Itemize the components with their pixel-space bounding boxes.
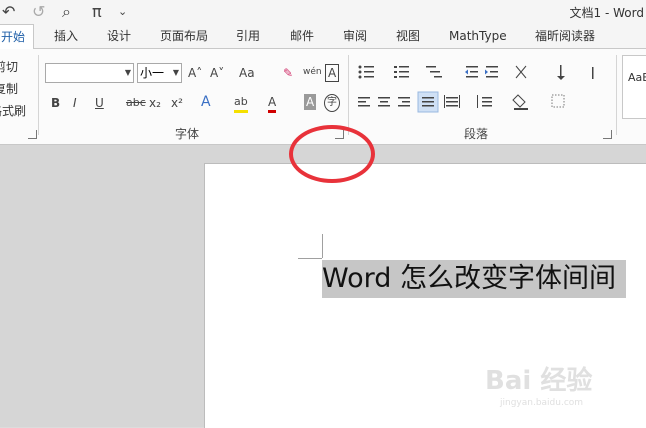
highlight-color-button[interactable]: ab xyxy=(234,94,248,113)
tab-home[interactable]: 开始 xyxy=(0,24,35,50)
tab-references[interactable]: 引用 xyxy=(236,24,260,48)
group-separator xyxy=(38,55,39,135)
cut-button[interactable]: 剪切 xyxy=(0,59,18,75)
borders-icon[interactable] xyxy=(551,94,565,108)
increase-indent-icon[interactable] xyxy=(485,66,498,78)
redo-icon[interactable]: ↺ xyxy=(32,2,45,22)
superscript-button[interactable]: x² xyxy=(171,95,183,111)
font-name-combobox[interactable]: ▼ xyxy=(45,63,134,83)
chevron-down-icon: ▼ xyxy=(124,68,131,77)
shrink-font-button[interactable]: A˅ xyxy=(210,65,224,81)
change-case-button[interactable]: Aa xyxy=(239,65,255,81)
style-normal-preview: AaB xyxy=(628,71,646,84)
font-group-label: 字体 xyxy=(175,127,200,141)
text-effects-button[interactable]: A xyxy=(201,94,211,110)
watermark-url: jingyan.baidu.com xyxy=(500,398,584,408)
watermark-brand: Bai 经验 xyxy=(485,366,593,396)
italic-button[interactable]: I xyxy=(73,95,77,111)
numbering-icon[interactable] xyxy=(394,66,409,78)
character-border-button[interactable]: A xyxy=(325,64,340,82)
annotation-circle xyxy=(289,125,375,183)
subscript-button[interactable]: x₂ xyxy=(149,95,161,111)
paragraph-group-label: 段落 xyxy=(464,127,489,141)
group-separator xyxy=(348,55,349,135)
underline-button[interactable]: U xyxy=(95,95,104,111)
paragraph-dialog-launcher-icon[interactable] xyxy=(603,130,612,139)
paragraph-controls xyxy=(358,65,594,113)
group-separator xyxy=(616,55,617,135)
tab-insert[interactable]: 插入 xyxy=(54,24,78,48)
tab-mailings[interactable]: 邮件 xyxy=(290,24,314,48)
customize-qat-icon[interactable]: ⌄ xyxy=(118,2,127,22)
multilevel-list-icon[interactable] xyxy=(426,66,442,78)
tab-design[interactable]: 设计 xyxy=(107,24,131,48)
tab-view[interactable]: 视图 xyxy=(396,24,420,48)
styles-gallery[interactable]: AaB xyxy=(622,55,646,119)
tab-page-layout[interactable]: 页面布局 xyxy=(160,24,208,48)
line-spacing-icon[interactable] xyxy=(477,95,492,108)
bold-button[interactable]: B xyxy=(51,95,60,111)
distributed-icon[interactable] xyxy=(444,95,460,108)
justify-icon[interactable] xyxy=(422,97,434,107)
chinese-layout-icon[interactable] xyxy=(515,65,527,79)
font-size-value: 小一 xyxy=(140,66,165,80)
sort-icon[interactable] xyxy=(557,65,565,80)
align-center-icon[interactable] xyxy=(378,97,390,107)
show-formatting-icon[interactable] xyxy=(592,67,594,79)
selected-document-text[interactable]: Word 怎么改变字体间间 xyxy=(322,260,626,298)
chevron-down-icon: ▼ xyxy=(172,68,179,77)
margin-mark xyxy=(298,258,322,259)
tab-foxit-reader[interactable]: 福昕阅读器 xyxy=(535,24,595,48)
phonetic-guide-button[interactable]: wén xyxy=(303,64,322,80)
bullets-icon[interactable] xyxy=(358,65,375,79)
copy-button[interactable]: 复制 xyxy=(0,81,18,97)
window-title: 文档1 - Word xyxy=(569,6,644,20)
font-size-combobox[interactable]: 小一 ▼ xyxy=(137,63,182,83)
margin-mark xyxy=(322,234,323,258)
tab-mathtype[interactable]: MathType xyxy=(449,24,507,48)
clear-formatting-button[interactable]: ✎ xyxy=(283,65,293,81)
quick-access-toolbar: ↶ ↺ ⌕ π ⌄ 文档1 - Word xyxy=(0,0,646,24)
align-left-icon[interactable] xyxy=(358,97,370,107)
character-shading-button[interactable]: A xyxy=(304,94,317,110)
ribbon-tabs: 开始 插入 设计 页面布局 引用 邮件 审阅 视图 MathType 福昕阅读器 xyxy=(0,24,646,50)
font-color-button[interactable]: A xyxy=(268,94,277,113)
clipboard-dialog-launcher-icon[interactable] xyxy=(28,130,37,139)
align-right-icon[interactable] xyxy=(398,97,410,107)
decrease-indent-icon[interactable] xyxy=(465,66,478,78)
undo-icon[interactable]: ↶ xyxy=(2,2,15,22)
grow-font-button[interactable]: A˄ xyxy=(188,65,202,81)
shading-icon[interactable] xyxy=(512,94,528,110)
format-painter-button[interactable]: 格式刷 xyxy=(0,103,26,119)
strikethrough-button[interactable]: abc xyxy=(126,95,146,111)
pi-equation-icon[interactable]: π xyxy=(92,2,102,22)
tab-review[interactable]: 审阅 xyxy=(343,24,367,48)
enclose-characters-button[interactable]: 字 xyxy=(324,94,340,112)
print-preview-icon[interactable]: ⌕ xyxy=(62,2,71,22)
